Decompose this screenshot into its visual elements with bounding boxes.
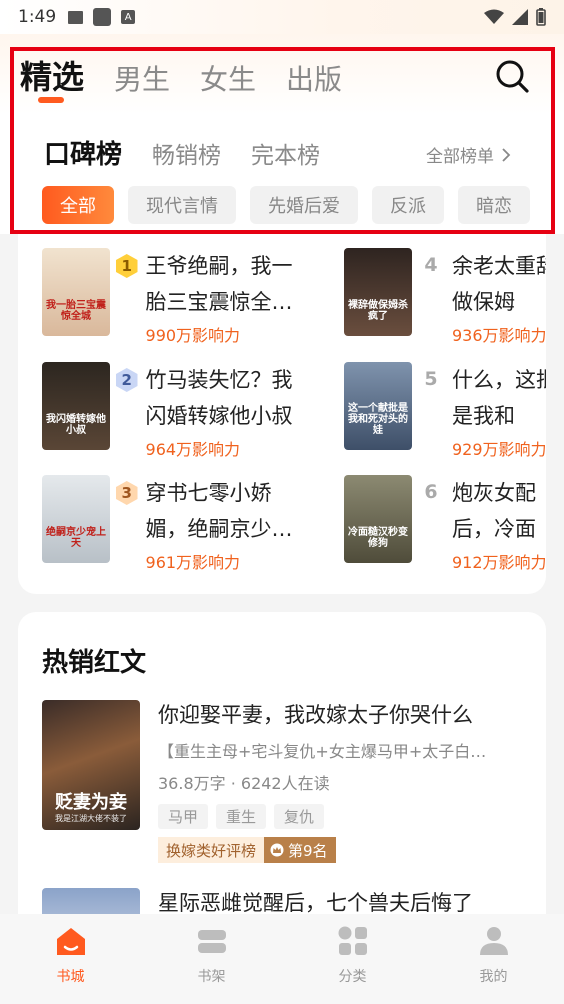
ranking-list: 我一胎三宝震惊全城 1 王爷绝嗣，我一胎三宝震惊全… 990万影响力 我闪婚转嫁他… [18, 234, 546, 594]
cover-subtitle: 我是江湖大佬不装了 [55, 814, 127, 823]
tab-completed-rank[interactable]: 完本榜 [251, 136, 320, 170]
influence-count: 936万影响力 [452, 326, 546, 345]
signal-icon [512, 9, 528, 25]
status-bar: 1:49 A [0, 0, 564, 34]
category-chips: 全部 现代言情 先婚后爱 反派 暗恋 [42, 186, 530, 224]
tag[interactable]: 复仇 [274, 804, 325, 829]
rank-tabs: 口碑榜 畅销榜 完本榜 [44, 134, 320, 171]
main-tabs: 精选 男生 女生 出版 [20, 54, 342, 98]
tab-publish[interactable]: 出版 [286, 58, 342, 98]
user-icon [479, 927, 508, 955]
book-description: 【重生主母+宅斗复仇+女主爆马甲+太子白… [158, 742, 487, 761]
bottom-nav: 书城 书架 分类 我的 [0, 914, 564, 1004]
book-cover: 贬妻为妾 我是江湖大佬不装了 [42, 700, 140, 830]
chip-marriage-first[interactable]: 先婚后爱 [250, 186, 358, 224]
rank-medal: 2 [116, 368, 138, 392]
rank-item[interactable]: 冷面糙汉秒变修狗 6 炮灰女配后，冷面 912万影响力 [344, 475, 546, 572]
status-right [484, 8, 546, 26]
book-cover: 绝嗣京少宠上天 [42, 475, 110, 563]
chip-all[interactable]: 全部 [42, 186, 114, 224]
status-time: 1:49 [18, 7, 57, 27]
influence-count: 961万影响力 [145, 553, 241, 572]
crown-icon [270, 843, 284, 857]
chevron-right-icon [502, 147, 511, 162]
tab-reputation-rank[interactable]: 口碑榜 [44, 134, 122, 171]
influence-count: 912万影响力 [452, 553, 546, 572]
all-rankings-link[interactable]: 全部榜单 [426, 142, 511, 167]
book-title: 余老太重辞做保姆 [452, 254, 546, 314]
all-rankings-label: 全部榜单 [426, 147, 494, 167]
badge-rank-label: 第9名 [288, 841, 328, 860]
book-title: 你迎娶平妻，我改嫁太子你哭什么 [158, 703, 473, 727]
image-notification-icon [68, 10, 84, 24]
wifi-icon [484, 9, 504, 24]
search-icon[interactable] [494, 58, 530, 94]
tab-male[interactable]: 男生 [114, 58, 170, 98]
a-notification-icon: A [121, 10, 136, 24]
chip-modern-romance[interactable]: 现代言情 [128, 186, 236, 224]
cover-text: 这一个献批是我和死对头的娃 [348, 403, 408, 436]
influence-count: 990万影响力 [145, 326, 241, 345]
tab-female[interactable]: 女生 [200, 58, 256, 98]
ranking-badge[interactable]: 换嫁类好评榜 第9名 [158, 837, 528, 863]
tab-featured[interactable]: 精选 [20, 52, 84, 98]
rank-medal: 3 [116, 481, 138, 505]
chip-villain[interactable]: 反派 [372, 186, 444, 224]
rank-item[interactable]: 裸辞做保姆杀疯了 4 余老太重辞做保姆 936万影响力 [344, 248, 546, 345]
cover-text: 我闪婚转嫁他小叔 [46, 414, 106, 436]
app-notification-icon [93, 8, 112, 26]
rank-item[interactable]: 这一个献批是我和死对头的娃 5 什么，这批是我和 929万影响力 [344, 362, 546, 459]
rank-medal: 1 [116, 254, 138, 278]
book-cover: 冷面糙汉秒变修狗 [344, 475, 412, 563]
cover-title: 贬妻为妾 [55, 792, 127, 813]
battery-icon [536, 8, 546, 26]
cover-text: 裸辞做保姆杀疯了 [348, 300, 408, 322]
book-cover: 裸辞做保姆杀疯了 [344, 248, 412, 336]
book-cover: 我一胎三宝震惊全城 [42, 248, 110, 336]
rank-number: 6 [424, 481, 438, 503]
influence-count: 929万影响力 [452, 440, 546, 459]
bookshelf-icon [197, 930, 226, 953]
rank-item[interactable]: 我闪婚转嫁他小叔 2 竹马装失忆？我闪婚转嫁他小叔 964万影响力 [42, 362, 302, 459]
nav-bookshelf[interactable]: 书架 [141, 914, 282, 1004]
hot-books-section: 热销红文 贬妻为妾 我是江湖大佬不装了 你迎娶平妻，我改嫁太子你哭什么 【重生主… [18, 612, 546, 922]
badge-rank: 第9名 [264, 837, 336, 863]
book-title: 竹马装失忆？我闪婚转嫁他小叔 [145, 368, 293, 428]
tag[interactable]: 马甲 [158, 804, 209, 829]
cover-text: 我一胎三宝震惊全城 [46, 300, 106, 322]
rank-number: 4 [424, 254, 438, 276]
nav-label: 分类 [338, 969, 367, 985]
home-icon [56, 928, 85, 955]
nav-label: 书架 [197, 969, 226, 985]
badge-list-name: 换嫁类好评榜 [158, 837, 265, 863]
cover-text: 冷面糙汉秒变修狗 [348, 527, 408, 549]
nav-label: 我的 [479, 969, 508, 985]
chip-secret-love[interactable]: 暗恋 [458, 186, 530, 224]
book-tags: 马甲 重生 复仇 [158, 804, 528, 829]
tab-bestseller-rank[interactable]: 畅销榜 [152, 136, 221, 170]
nav-category[interactable]: 分类 [282, 914, 423, 1004]
book-stats: 36.8万字 · 6242人在读 [158, 774, 330, 793]
active-tab-indicator [38, 97, 64, 103]
cover-text: 绝嗣京少宠上天 [46, 527, 106, 549]
nav-profile[interactable]: 我的 [423, 914, 564, 1004]
book-item[interactable]: 贬妻为妾 我是江湖大佬不装了 你迎娶平妻，我改嫁太子你哭什么 【重生主母+宅斗复… [42, 700, 532, 863]
tag[interactable]: 重生 [216, 804, 267, 829]
nav-bookstore[interactable]: 书城 [0, 914, 141, 1004]
book-cover: 这一个献批是我和死对头的娃 [344, 362, 412, 450]
rank-item[interactable]: 绝嗣京少宠上天 3 穿书七零小娇媚，绝嗣京少… 961万影响力 [42, 475, 302, 572]
nav-label: 书城 [56, 969, 85, 985]
section-title: 热销红文 [42, 648, 147, 678]
book-title: 什么，这批是我和 [452, 368, 546, 428]
book-title: 炮灰女配后，冷面 [452, 481, 536, 541]
rank-item[interactable]: 我一胎三宝震惊全城 1 王爷绝嗣，我一胎三宝震惊全… 990万影响力 [42, 248, 302, 345]
rank-number: 5 [424, 368, 438, 390]
influence-count: 964万影响力 [145, 440, 241, 459]
book-title: 王爷绝嗣，我一胎三宝震惊全… [145, 254, 293, 314]
book-title: 穿书七零小娇媚，绝嗣京少… [145, 481, 293, 541]
book-cover: 我闪婚转嫁他小叔 [42, 362, 110, 450]
grid-icon [338, 926, 367, 955]
